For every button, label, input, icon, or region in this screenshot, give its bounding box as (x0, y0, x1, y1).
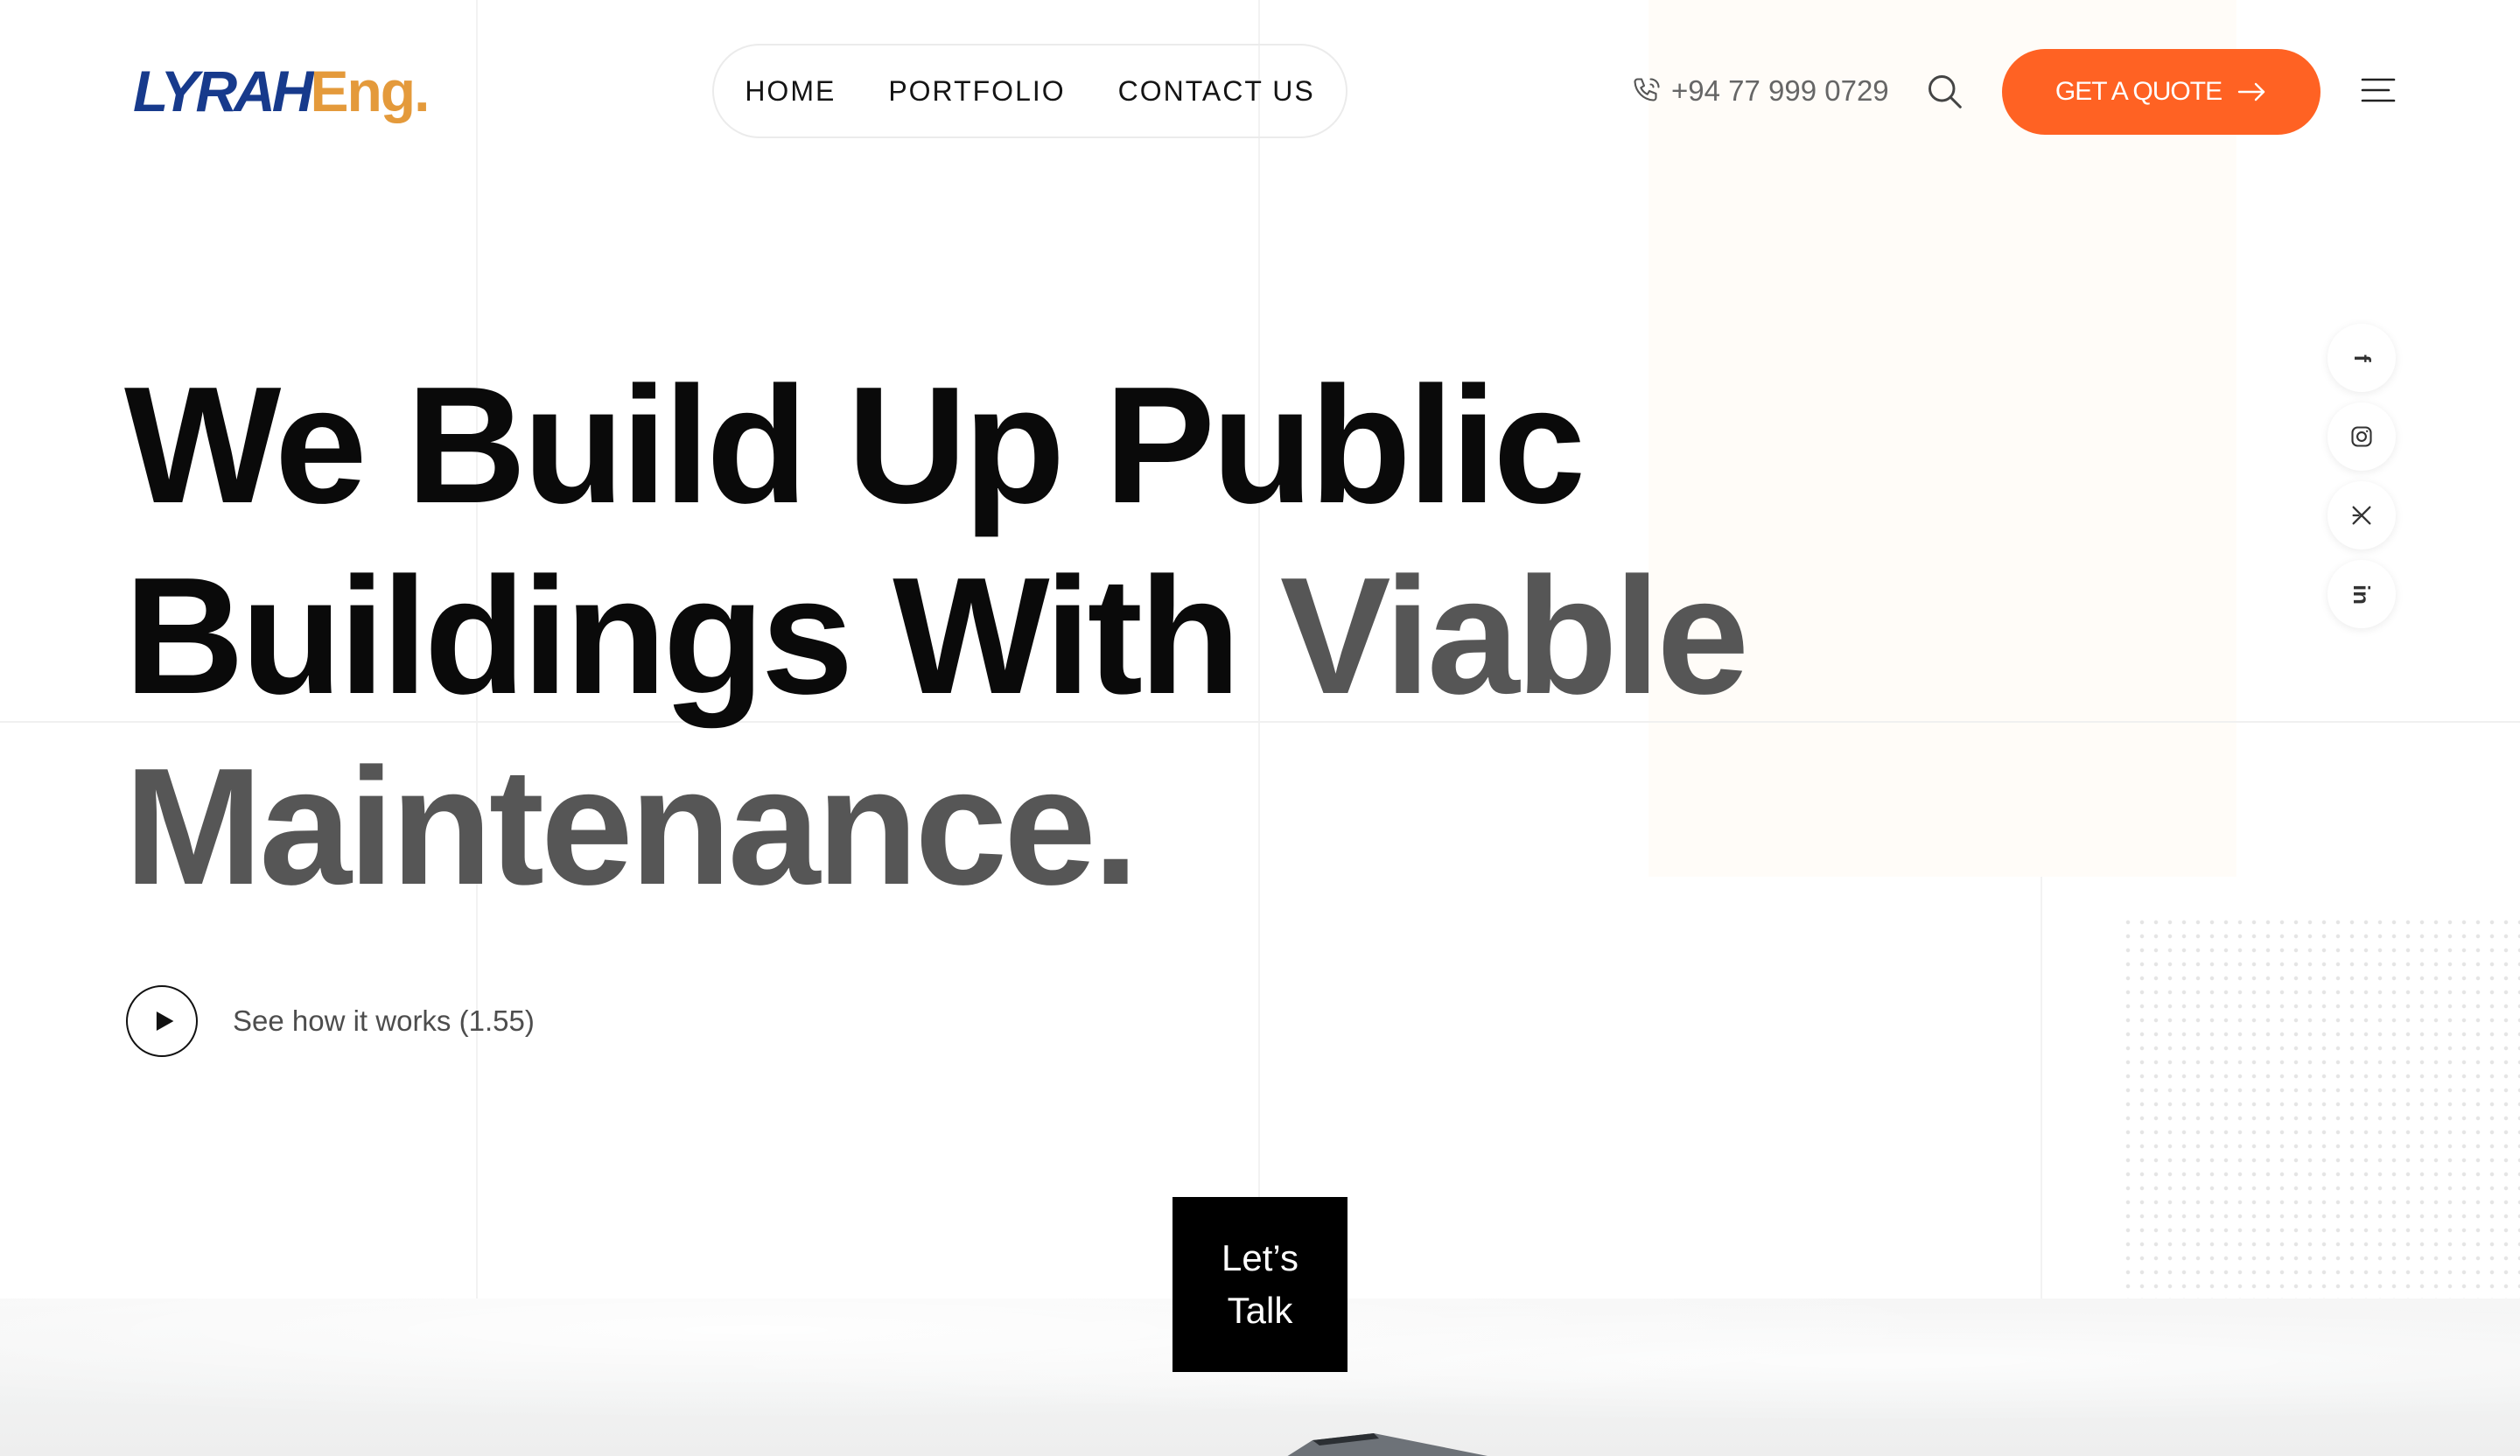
x-icon (2352, 506, 2371, 525)
building-roof-shape (1287, 1433, 1488, 1456)
get-a-quote-button[interactable]: GET A QUOTE (2002, 49, 2320, 135)
arrow-right-icon (2237, 82, 2265, 102)
instagram-icon (2351, 426, 2372, 447)
play-video-label[interactable]: See how it works (1.55) (233, 1004, 535, 1038)
hero-line-3: Maintenance. (124, 734, 1139, 920)
hero-line-2-accent: Viable (1279, 543, 1749, 729)
lets-talk-button[interactable]: Let’s Talk (1172, 1197, 1348, 1372)
search-icon[interactable] (1925, 72, 1964, 110)
nav-link-home[interactable]: HOME (745, 75, 836, 108)
nav-link-portfolio[interactable]: PORTFOLIO (888, 75, 1065, 108)
logo-secondary-text: Eng (310, 59, 416, 123)
facebook-icon: f (2348, 354, 2376, 362)
logo-primary-text: LYRAH (133, 59, 313, 123)
video-play-row: See how it works (1.55) (126, 985, 535, 1057)
social-links: f in (2328, 324, 2396, 628)
phone-link[interactable]: +94 77 999 0729 (1631, 70, 1889, 112)
site-logo[interactable]: LYRAH Eng . (133, 56, 430, 126)
hero-line-2: Buildings With (124, 543, 1280, 729)
lets-talk-line-2: Talk (1227, 1290, 1293, 1331)
facebook-button[interactable]: f (2328, 324, 2396, 392)
instagram-button[interactable] (2328, 402, 2396, 471)
logo-dot: . (414, 59, 430, 123)
x-button[interactable] (2328, 481, 2396, 550)
get-a-quote-label: GET A QUOTE (2054, 77, 2222, 106)
dot-pattern (2121, 915, 2520, 1306)
main-nav: HOME PORTFOLIO CONTACT US (712, 44, 1348, 138)
hero-heading: We Build Up Public Buildings With Viable… (124, 350, 1874, 922)
linkedin-button[interactable]: in (2328, 560, 2396, 628)
play-video-button[interactable] (126, 985, 198, 1057)
hero-line-1: We Build Up Public (124, 353, 1586, 538)
linkedin-icon: in (2348, 584, 2376, 605)
phone-icon (1634, 78, 1660, 102)
lets-talk-line-1: Let’s (1222, 1237, 1298, 1278)
nav-link-contact[interactable]: CONTACT US (1118, 75, 1315, 108)
play-icon (156, 1011, 174, 1032)
hamburger-menu-icon[interactable] (2361, 77, 2396, 103)
phone-number: +94 77 999 0729 (1671, 74, 1889, 107)
